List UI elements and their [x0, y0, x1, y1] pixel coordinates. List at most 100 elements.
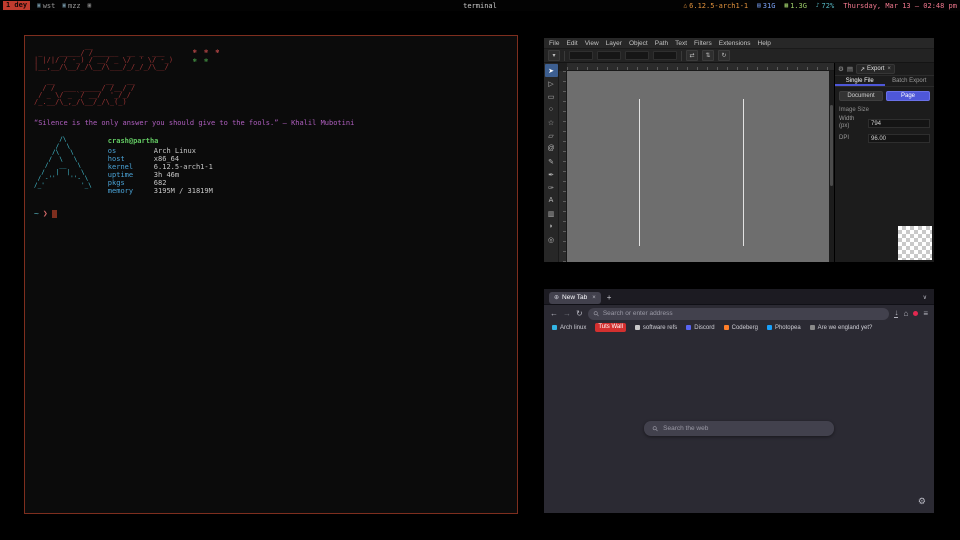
flip-vertical-icon[interactable]: ⇅	[702, 50, 714, 61]
bookmark-favicon	[767, 325, 772, 330]
menu-object[interactable]: Object	[629, 40, 648, 47]
reload-icon[interactable]: ↻	[576, 310, 583, 318]
forward-icon[interactable]: →	[563, 310, 571, 318]
tool-controls-bar: ▾ ⇄ ⇅ ↻	[544, 48, 934, 63]
bookmark-arch-linux[interactable]: Arch linux	[552, 325, 586, 331]
shell-prompt[interactable]: ~ ❯	[34, 209, 508, 218]
node-tool-icon[interactable]: ▷	[545, 77, 558, 90]
window-icon: ▣	[62, 2, 66, 9]
web-search-input[interactable]: ⚲ Search the web	[644, 421, 834, 436]
bookmark-are-we-england-yet[interactable]: Are we england yet?	[810, 325, 873, 331]
menu-edit[interactable]: Edit	[566, 40, 577, 47]
y-coordinate-field[interactable]	[597, 51, 621, 60]
active-tab[interactable]: ⊕ New Tab ×	[549, 292, 601, 304]
bookmark-codeberg[interactable]: Codeberg	[724, 325, 758, 331]
width-input[interactable]: 794	[868, 119, 930, 128]
ellipse-tool-icon[interactable]: ○	[545, 103, 558, 116]
rectangle-tool-icon[interactable]: ▭	[545, 90, 558, 103]
bookmark-discord[interactable]: Discord	[686, 325, 714, 331]
tab-batch-export[interactable]: Batch Export	[885, 76, 935, 86]
dropper-tool-icon[interactable]: ◗	[545, 220, 558, 233]
workspace-badge[interactable]: 1 dey	[3, 1, 30, 10]
extension-status-icon[interactable]	[913, 311, 918, 316]
statusbar-module-wst[interactable]: ▣ wst	[37, 2, 55, 10]
page-settings-gear-icon[interactable]: ⚙	[918, 496, 926, 507]
close-icon[interactable]: ×	[887, 66, 891, 72]
menu-extensions[interactable]: Extensions	[719, 40, 751, 47]
width-label: Width (px)	[839, 116, 865, 130]
width-field[interactable]	[625, 51, 649, 60]
terminal-window[interactable]: __ _ _____/ /______ __ _ ___ | |/|/ / -_…	[24, 35, 518, 514]
export-dialog-tab[interactable]: ↗ Export ×	[856, 64, 895, 74]
memory-icon: ▦	[784, 2, 788, 9]
width-row: Width (px) 794	[835, 114, 934, 132]
rotate-icon[interactable]: ↻	[718, 50, 730, 61]
window-icon: ▣	[37, 2, 41, 9]
downloads-icon[interactable]: ↓	[894, 309, 898, 318]
menu-view[interactable]: View	[585, 40, 599, 47]
export-page-button[interactable]: Page	[886, 91, 930, 101]
canvas-vertical-scrollbar[interactable]	[829, 71, 834, 262]
menu-file[interactable]: File	[549, 40, 559, 47]
close-tab-icon[interactable]: ×	[592, 295, 596, 301]
inkscape-menubar: File Edit View Layer Object Path Text Fi…	[544, 38, 934, 48]
fetch-value: x86_64	[154, 155, 179, 163]
back-icon[interactable]: ←	[550, 310, 558, 318]
new-tab-button[interactable]: +	[605, 293, 614, 302]
pen-tool-icon[interactable]: ✒	[545, 168, 558, 181]
fetch-row: pkgs 682	[108, 179, 213, 187]
url-bar[interactable]: ⚲ Search or enter address	[588, 308, 890, 320]
dialog-tab-strip: ⚙ ▤ ↗ Export ×	[835, 63, 934, 76]
box-tool-icon[interactable]: ▱	[545, 129, 558, 142]
menu-layer[interactable]: Layer	[606, 40, 622, 47]
bookmark-favicon	[686, 325, 691, 330]
height-field[interactable]	[653, 51, 677, 60]
memory-stat: ▦ 1.3G	[784, 2, 806, 10]
bookmark-software-refs[interactable]: software refs	[635, 325, 677, 331]
volume-stat[interactable]: ♪ 72%	[816, 2, 834, 10]
navigation-bar: ← → ↻ ⚲ Search or enter address ↓ ⌂ ≡	[544, 304, 934, 322]
statusbar-module-mzz[interactable]: ▣ mzz	[62, 2, 80, 10]
tab-single-file[interactable]: Single File	[835, 76, 885, 86]
dpi-input[interactable]: 96.00	[868, 134, 930, 143]
list-tabs-icon[interactable]: ∨	[923, 294, 929, 301]
home-icon[interactable]: ⌂	[903, 310, 908, 318]
pencil-tool-icon[interactable]: ✎	[545, 155, 558, 168]
gradient-tool-icon[interactable]: ▥	[545, 207, 558, 220]
panel-spacer	[835, 145, 934, 262]
bookmark-label: Photopea	[775, 325, 801, 331]
drawing-canvas[interactable]	[567, 71, 829, 262]
statusbar-left: 1 dey ▣ wst ▣ mzz ▣	[3, 1, 91, 10]
canvas-row	[559, 71, 834, 262]
menu-text[interactable]: Text	[675, 40, 687, 47]
menu-filters[interactable]: Filters	[694, 40, 712, 47]
bookmark-favicon	[724, 325, 729, 330]
zoom-tool-icon[interactable]: ◎	[545, 233, 558, 246]
flip-horizontal-icon[interactable]: ⇄	[686, 50, 698, 61]
search-icon: ⚲	[651, 424, 660, 433]
vertical-ruler[interactable]	[559, 71, 567, 262]
menu-path[interactable]: Path	[655, 40, 668, 47]
menu-help[interactable]: Help	[758, 40, 771, 47]
calligraphy-tool-icon[interactable]: ✑	[545, 181, 558, 194]
clock-value: Thursday, Mar 13 — 02:48 pm	[843, 2, 957, 10]
selector-dropdown-icon[interactable]: ▾	[548, 50, 560, 61]
export-preview-thumbnail	[898, 226, 932, 260]
dpi-row: DPI 96.00	[835, 132, 934, 145]
star-tool-icon[interactable]: ☆	[545, 116, 558, 129]
bookmark-photopea[interactable]: Photopea	[767, 325, 801, 331]
page-edge-right	[743, 99, 744, 246]
tab-title: New Tab	[562, 294, 587, 301]
x-coordinate-field[interactable]	[569, 51, 593, 60]
horizontal-ruler[interactable]	[567, 63, 834, 71]
layers-dialog-icon[interactable]: ▤	[847, 65, 853, 73]
bookmark-tuts-wall[interactable]: Tuts Wall	[595, 323, 626, 332]
kernel-value: 6.12.5-arch1-1	[689, 2, 748, 10]
spiral-tool-icon[interactable]: @	[545, 142, 558, 155]
selector-tool-icon[interactable]: ➤	[545, 64, 558, 77]
export-document-button[interactable]: Document	[839, 91, 883, 101]
menu-icon[interactable]: ≡	[923, 310, 928, 318]
settings-dialog-icon[interactable]: ⚙	[838, 65, 844, 73]
window-icon[interactable]: ▣	[88, 2, 92, 9]
text-tool-icon[interactable]: A	[545, 194, 558, 207]
